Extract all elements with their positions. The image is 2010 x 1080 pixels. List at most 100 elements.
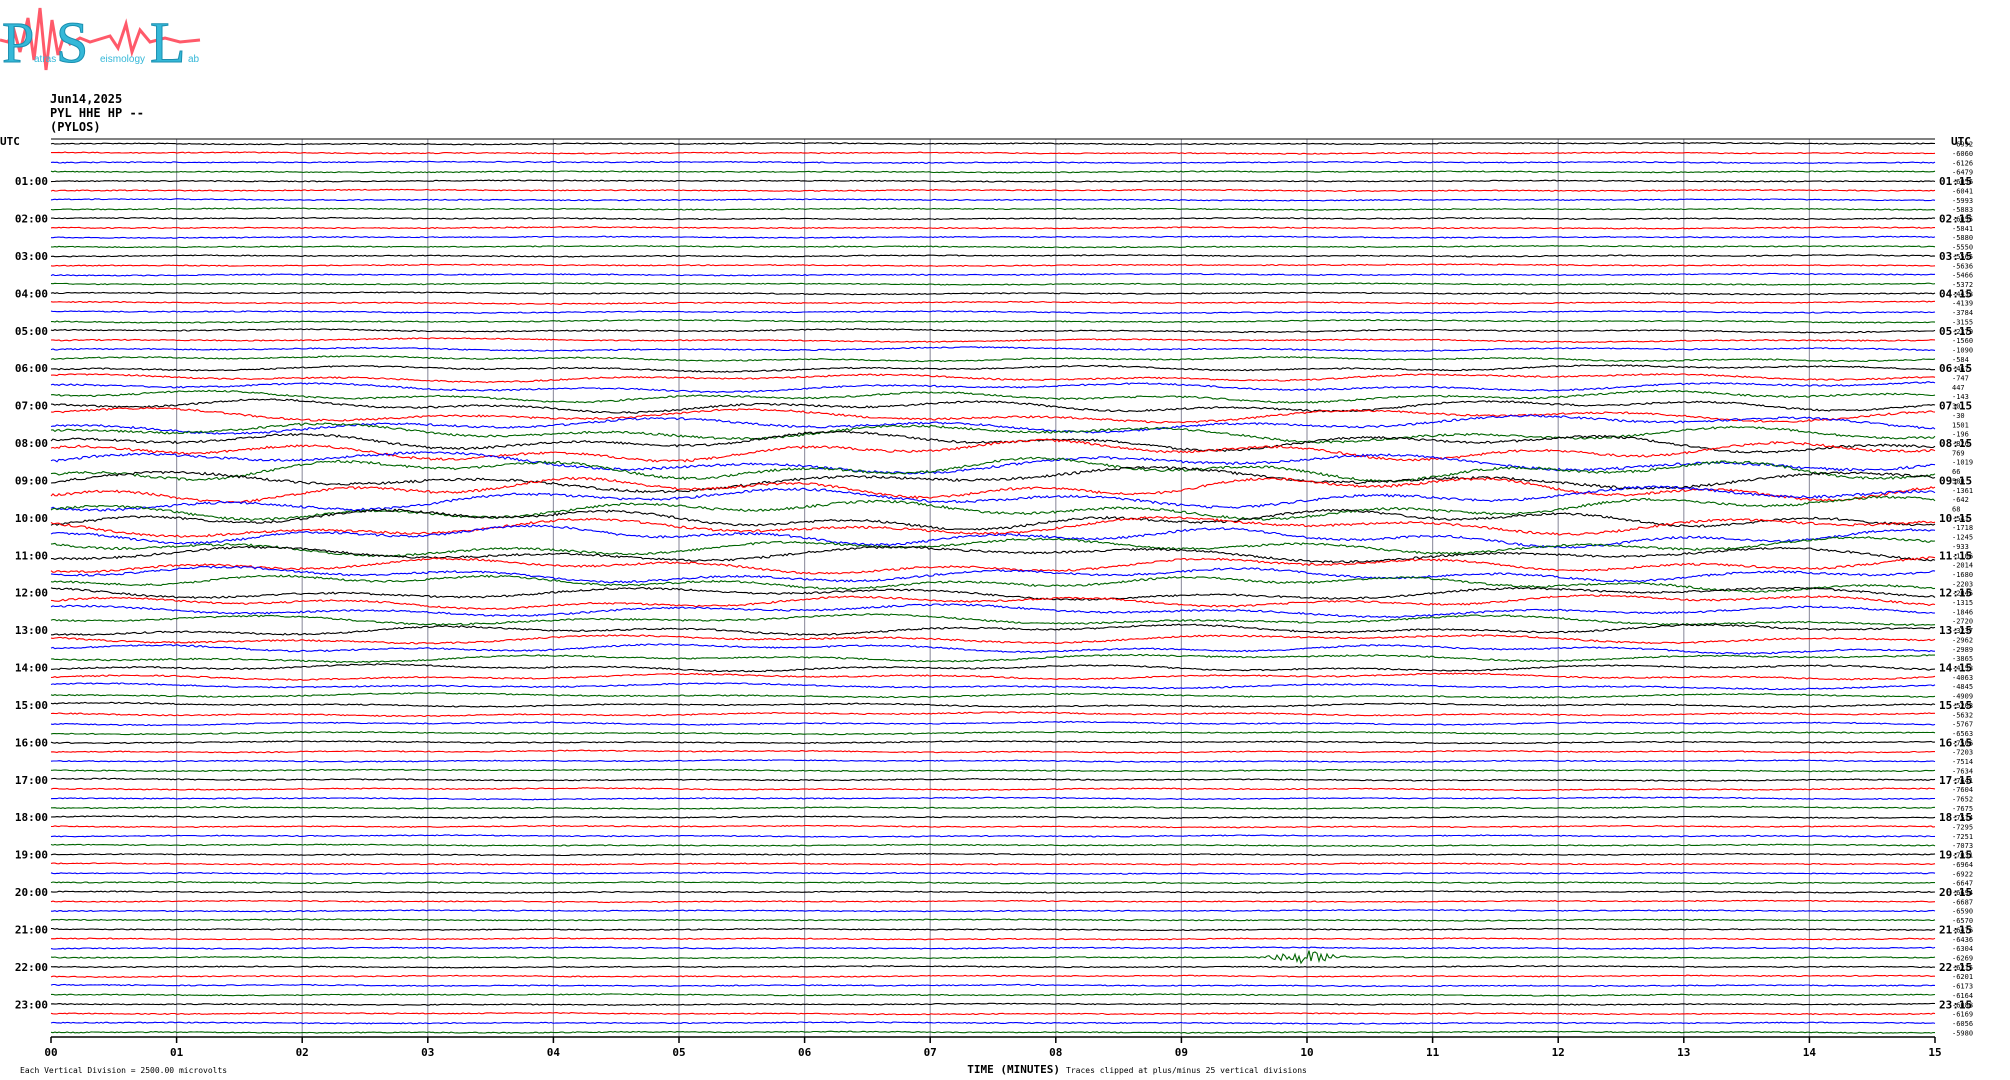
trace-offset-label: -6041	[1952, 187, 1973, 195]
trace-line	[50, 327, 1936, 334]
trace-line	[50, 1002, 1936, 1006]
trace-offset-label: -1680	[1952, 571, 1973, 579]
trace-line	[50, 337, 1936, 343]
trace-line	[50, 594, 1936, 610]
left-axis-label: UTC	[0, 135, 20, 148]
right-hour-label: 10:15	[1939, 512, 1972, 525]
trace-line	[50, 188, 1936, 192]
trace-offset-label: -6169	[1952, 1011, 1973, 1019]
trace-line	[50, 346, 1936, 352]
right-hour-label: 04:15	[1939, 287, 1972, 300]
trace-line	[50, 1011, 1936, 1016]
minute-grid	[176, 139, 1811, 1037]
footer-scale-note: Each Vertical Division = 2500.00 microvo…	[20, 1066, 227, 1075]
left-hour-label: 06:00	[15, 362, 48, 375]
trace-line	[50, 634, 1936, 645]
trace-line	[50, 216, 1936, 221]
trace-offset-label: -6126	[1952, 159, 1973, 167]
trace-line	[50, 672, 1936, 681]
left-hour-label: 22:00	[15, 961, 48, 974]
trace-offset-label: 1501	[1952, 421, 1969, 429]
left-hour-label: 20:00	[15, 886, 48, 899]
left-hour-label: 08:00	[15, 437, 48, 450]
trace-line	[50, 768, 1936, 773]
trace-line	[50, 389, 1936, 404]
trace-line	[50, 899, 1936, 904]
trace-offset-label: -1560	[1952, 337, 1973, 345]
trace-offset-label: -6687	[1952, 898, 1973, 906]
trace-line	[50, 272, 1936, 277]
trace-offset-label: -7251	[1952, 833, 1973, 841]
trace-line	[50, 1030, 1936, 1034]
trace-line	[51, 663, 1936, 673]
trace-offset-label: -1315	[1952, 599, 1973, 607]
trace-offset-label: -1361	[1952, 487, 1973, 495]
left-hour-label: 09:00	[15, 474, 48, 487]
trace-line	[50, 179, 1936, 183]
right-hour-label: 15:15	[1939, 699, 1972, 712]
left-hour-label: 21:00	[15, 923, 48, 936]
trace-offset-label: -4845	[1952, 683, 1973, 691]
x-tick-label: 02	[296, 1046, 309, 1059]
trace-line	[50, 263, 1936, 268]
trace-offset-label: -1019	[1952, 459, 1973, 467]
trace-line	[50, 170, 1936, 174]
trace-line	[50, 574, 1936, 593]
right-hour-label: 02:15	[1939, 213, 1972, 226]
trace-line	[50, 398, 1936, 414]
trace-line	[50, 711, 1935, 718]
trace-line	[51, 909, 1936, 913]
x-tick-label: 09	[1175, 1046, 1188, 1059]
trace-offset-label: -5767	[1952, 721, 1973, 729]
trace-line	[50, 151, 1936, 155]
right-hour-label: 12:15	[1939, 587, 1972, 600]
trace-line	[50, 834, 1936, 838]
left-hour-label: 02:00	[15, 213, 48, 226]
right-hour-label: 13:15	[1939, 624, 1972, 637]
right-hour-label: 22:15	[1939, 961, 1972, 974]
trace-offset-label: -3784	[1952, 309, 1973, 317]
trace-line	[50, 701, 1936, 708]
trace-offset-label: -642	[1952, 496, 1969, 504]
trace-offset-label: -7295	[1952, 824, 1973, 832]
right-hour-label: 19:15	[1939, 849, 1972, 862]
trace-line	[50, 777, 1936, 782]
trace-offset-label: -1245	[1952, 534, 1973, 542]
trace-offset-label: -2962	[1952, 636, 1973, 644]
trace-offset-label: -7652	[1952, 796, 1973, 804]
trace-offset-label: -7203	[1952, 749, 1973, 757]
left-hour-label: 18:00	[15, 811, 48, 824]
trace-offset-label: -5880	[1952, 234, 1973, 242]
x-tick-label: 13	[1677, 1046, 1690, 1059]
trace-line	[50, 372, 1936, 384]
trace-line	[51, 805, 1936, 810]
trace-line	[50, 918, 1936, 922]
right-axis-label: UTC	[1951, 135, 1971, 148]
trace-line	[50, 515, 1936, 538]
right-hour-label: 09:15	[1939, 474, 1972, 487]
trace-offset-label: -6173	[1952, 983, 1973, 991]
left-hour-label: 13:00	[15, 624, 48, 637]
trace-line	[50, 198, 1936, 202]
trace-offset-label: -7604	[1952, 786, 1973, 794]
trace-line	[50, 310, 1936, 315]
trace-line	[50, 603, 1936, 619]
trace-offset-label: -4063	[1952, 674, 1973, 682]
trace-line	[50, 556, 1936, 575]
left-hour-label: 19:00	[15, 849, 48, 862]
trace-line	[50, 381, 1936, 394]
x-tick-label: 03	[421, 1046, 434, 1059]
trace-offset-label: -6201	[1952, 973, 1973, 981]
trace-line	[51, 235, 1936, 239]
trace-offset-label: -6304	[1952, 945, 1973, 953]
trace-offset-label: -5980	[1952, 1029, 1973, 1037]
right-hour-label: 11:15	[1939, 549, 1972, 562]
left-hour-label: 16:00	[15, 736, 48, 749]
trace-line	[50, 141, 1936, 146]
trace-line	[50, 291, 1936, 296]
trace-offset-label: -5636	[1952, 262, 1973, 270]
trace-line	[51, 824, 1936, 829]
left-hour-label: 03:00	[15, 250, 48, 263]
trace-line	[50, 226, 1936, 230]
x-tick-label: 11	[1426, 1046, 1440, 1059]
